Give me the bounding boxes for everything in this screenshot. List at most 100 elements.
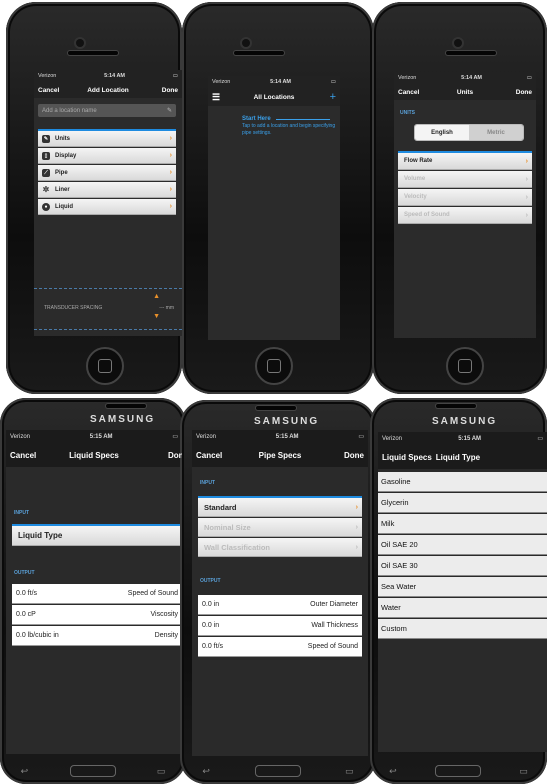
- output-name: Outer Diameter: [310, 601, 358, 608]
- output-row: 0.0 ft/s Speed of Sound: [12, 584, 182, 604]
- done-button[interactable]: Done: [162, 87, 178, 94]
- home-icon[interactable]: [435, 765, 482, 777]
- row-volume[interactable]: Volume ›: [398, 171, 532, 188]
- cancel-button[interactable]: Cancel: [398, 89, 419, 96]
- recent-apps-icon[interactable]: ▭: [345, 766, 354, 777]
- chevron-right-icon: ›: [169, 169, 172, 176]
- row-speed-of-sound[interactable]: Speed of Sound ›: [398, 207, 532, 224]
- chevron-right-icon: ›: [525, 193, 528, 201]
- hint-callout: Start Here Tap to add a location and beg…: [242, 116, 336, 137]
- earpiece: [446, 51, 496, 55]
- home-icon[interactable]: [254, 765, 301, 777]
- row-standard[interactable]: Standard ›: [198, 498, 362, 517]
- row-label: Display: [55, 152, 77, 159]
- recent-apps-icon[interactable]: ▭: [157, 766, 166, 777]
- liquid-option[interactable]: Water: [378, 598, 547, 618]
- cancel-button[interactable]: Cancel: [10, 451, 36, 460]
- input-section-label: INPUT: [14, 510, 29, 516]
- carrier: Verizon: [212, 79, 231, 85]
- chevron-right-icon: ›: [355, 543, 358, 551]
- segment-metric[interactable]: Metric: [469, 125, 523, 140]
- row-velocity[interactable]: Velocity ›: [398, 189, 532, 206]
- menu-icon[interactable]: ☰: [212, 92, 220, 103]
- screen: Verizon 5:14 AM ▭ Cancel Units Done UNIT…: [394, 72, 536, 338]
- row-wall-classification[interactable]: Wall Classification ›: [198, 538, 362, 557]
- liquid-option[interactable]: Sea Water: [378, 577, 547, 597]
- input-section-label: INPUT: [200, 480, 215, 486]
- chevron-right-icon: ›: [169, 152, 172, 159]
- output-row: 0.0 lb/cubic in Density: [12, 626, 182, 646]
- status-bar: Verizon 5:15 AM ▭: [378, 432, 547, 445]
- samsung-liquid-specs: SAMSUNG Verizon 5:15 AM ▭ Cancel Liquid …: [0, 398, 186, 784]
- battery-icon: ▭: [537, 436, 543, 442]
- earpiece: [106, 404, 146, 408]
- add-icon[interactable]: +: [330, 91, 336, 103]
- clock: 5:14 AM: [461, 75, 483, 81]
- nav-bar: Cancel Units Done: [394, 84, 536, 100]
- back-to-liquid-specs[interactable]: Liquid Specs: [382, 453, 432, 462]
- row-label: Units: [55, 135, 70, 142]
- home-icon[interactable]: [69, 765, 116, 777]
- back-icon[interactable]: ↩: [21, 766, 29, 777]
- nav-bar: Cancel Pipe Specs Done: [192, 443, 368, 467]
- nav-bar: Cancel Liquid Specs Done: [6, 443, 182, 467]
- output-name: Viscosity: [150, 611, 179, 618]
- carrier: Verizon: [382, 435, 403, 442]
- screen: Verizon 5:15 AM ▭ Cancel Pipe Specs Done…: [192, 430, 368, 756]
- row-liner[interactable]: ✲ Liner ›: [38, 182, 176, 198]
- arrow-up-icon: ▲: [153, 293, 160, 300]
- liquid-option[interactable]: Oil SAE 30: [378, 556, 547, 576]
- recent-apps-icon[interactable]: ▭: [519, 766, 528, 777]
- clock: 5:15 AM: [89, 433, 113, 440]
- row-pipe[interactable]: ⟋ Pipe ›: [38, 165, 176, 181]
- done-button[interactable]: Done: [344, 451, 364, 460]
- done-button[interactable]: Done: [168, 451, 182, 460]
- output-row: 0.0 in Outer Diameter: [198, 595, 362, 615]
- row-display[interactable]: ▯ Display ›: [38, 148, 176, 164]
- back-icon[interactable]: ↩: [389, 766, 397, 777]
- location-name-placeholder: Add a location name: [42, 107, 97, 114]
- liquid-option[interactable]: Custom: [378, 619, 547, 639]
- chevron-right-icon: ›: [355, 523, 358, 531]
- unit-segmented-control: English Metric: [414, 124, 524, 141]
- output-name: Speed of Sound: [127, 590, 178, 597]
- home-button[interactable]: [86, 347, 124, 385]
- row-label: Liquid Type: [18, 531, 63, 540]
- samsung-logo: SAMSUNG: [90, 414, 156, 425]
- row-liquid[interactable]: ● Liquid ›: [38, 199, 176, 215]
- row-label: Pipe: [55, 169, 68, 176]
- row-label: Nominal Size: [204, 522, 251, 532]
- liquid-option[interactable]: Milk: [378, 514, 547, 534]
- cancel-button[interactable]: Cancel: [196, 451, 222, 460]
- battery-icon: ▭: [358, 434, 364, 440]
- iphone-units: Verizon 5:14 AM ▭ Cancel Units Done UNIT…: [372, 2, 547, 394]
- nav-title: All Locations: [253, 93, 295, 101]
- row-units[interactable]: ✎ Units ›: [38, 131, 176, 147]
- screen: Verizon 5:14 AM ▭ Cancel Add Location Do…: [34, 70, 182, 336]
- cancel-button[interactable]: Cancel: [38, 87, 59, 94]
- segment-english[interactable]: English: [415, 125, 469, 140]
- row-flow-rate[interactable]: Flow Rate ›: [398, 153, 532, 170]
- battery-icon: ▭: [526, 75, 532, 81]
- liquid-option[interactable]: Oil SAE 20: [378, 535, 547, 555]
- back-icon[interactable]: ↩: [202, 766, 210, 777]
- liquid-option[interactable]: Glycerin: [378, 493, 547, 513]
- nav-bar: Cancel Add Location Done: [34, 82, 182, 98]
- liquid-option[interactable]: Gasoline: [378, 472, 547, 492]
- nav-bar: Liquid Specs Liquid Type: [378, 445, 547, 469]
- row-nominal-size[interactable]: Nominal Size ›: [198, 518, 362, 537]
- row-label: Volume: [404, 176, 426, 182]
- section-label: UNITS: [400, 110, 415, 116]
- transducer-value: --- mm: [159, 305, 174, 311]
- samsung-liquid-type: SAMSUNG Verizon 5:15 AM ▭ Liquid Specs L…: [370, 398, 547, 784]
- nav-title: Liquid Type: [435, 452, 481, 462]
- home-button[interactable]: [446, 347, 484, 385]
- row-liquid-type[interactable]: Liquid Type ›: [12, 526, 182, 546]
- output-value: 0.0 in: [202, 622, 220, 629]
- home-button[interactable]: [255, 347, 293, 385]
- pencil-icon: ✎: [166, 108, 172, 114]
- row-label: Standard: [204, 502, 237, 512]
- location-name-input[interactable]: Add a location name ✎: [38, 104, 176, 117]
- done-button[interactable]: Done: [516, 89, 532, 96]
- samsung-logo: SAMSUNG: [254, 416, 320, 427]
